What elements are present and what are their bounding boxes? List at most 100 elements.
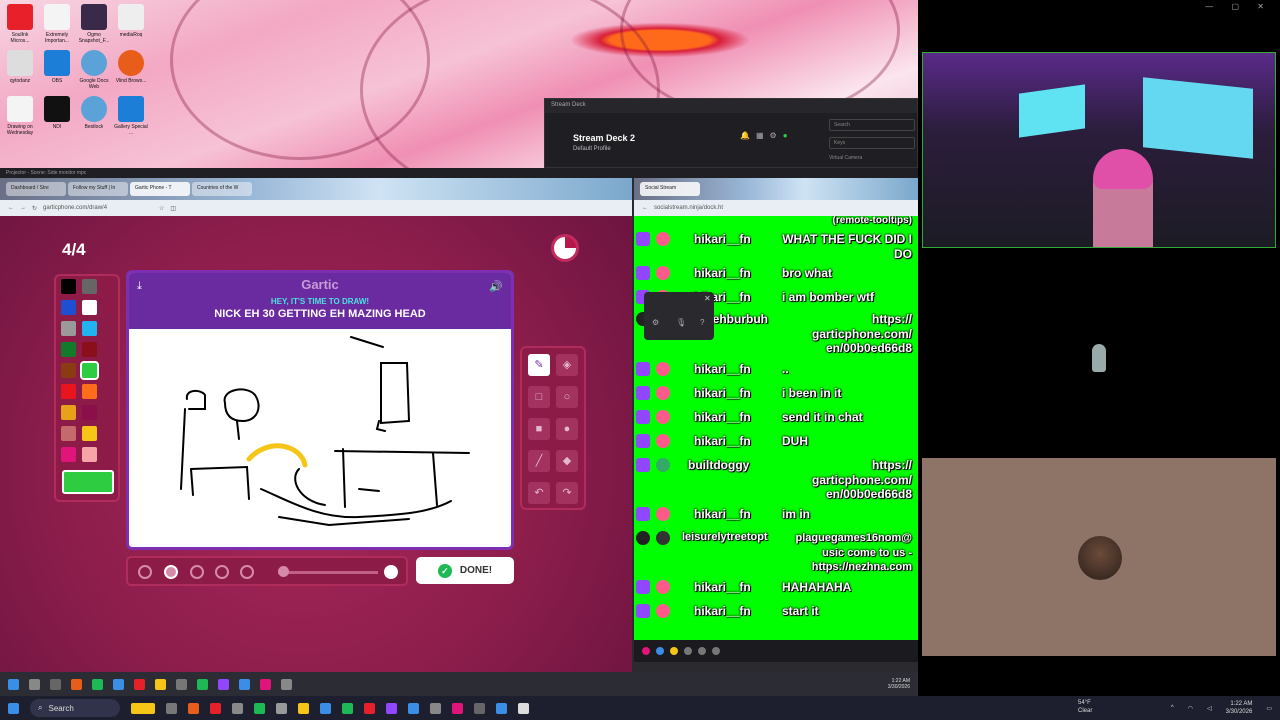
tab-gartic[interactable]: Gartic Phone - T <box>130 182 190 196</box>
desktop-icon[interactable]: Bestlock <box>76 96 112 136</box>
app-icon[interactable] <box>92 678 103 690</box>
app-icon[interactable] <box>408 702 419 714</box>
url-input[interactable]: socialstream.ninja/dock.ht <box>654 205 764 211</box>
notification-icon[interactable]: ▭ <box>1266 705 1272 712</box>
folder-icon[interactable] <box>155 678 166 690</box>
tab-countries[interactable]: Countries of the W <box>192 182 252 196</box>
slider-knob[interactable] <box>384 565 398 579</box>
pause-icon[interactable] <box>642 647 650 655</box>
color-swatch-gray[interactable] <box>82 279 97 294</box>
edge-icon[interactable] <box>320 702 331 714</box>
color-swatch-darkred[interactable] <box>82 342 97 357</box>
pencil-icon[interactable]: ✎ <box>528 354 550 376</box>
search-icon[interactable] <box>29 678 40 690</box>
color-swatch-red[interactable] <box>61 384 76 399</box>
search-input[interactable]: Search <box>829 119 915 131</box>
brush-size-2[interactable] <box>164 565 178 579</box>
brush-size-5[interactable] <box>240 565 254 579</box>
taskview-icon[interactable] <box>50 678 61 690</box>
app-icon[interactable] <box>239 678 250 690</box>
color-swatch-lightgray[interactable] <box>61 321 76 336</box>
app-icon[interactable] <box>474 702 485 714</box>
avatar[interactable]: ● <box>783 131 788 140</box>
taskview-icon[interactable] <box>166 702 177 714</box>
color-swatch-brown[interactable] <box>61 363 76 378</box>
dots-icon[interactable] <box>656 647 664 655</box>
color-swatch-black[interactable] <box>61 279 76 294</box>
color-swatch-rose[interactable] <box>61 426 76 441</box>
clock[interactable]: 1:22 AM 3/30/2026 <box>1226 700 1253 716</box>
profile-select[interactable]: Default Profile <box>573 146 611 152</box>
color-swatch-darkgreen[interactable] <box>61 342 76 357</box>
gear-icon[interactable]: ⚙ <box>770 131 777 140</box>
undo-icon[interactable]: ↶ <box>528 482 550 504</box>
line-icon[interactable]: ╱ <box>528 450 550 472</box>
mic-icon[interactable]: 🎙 <box>676 318 686 327</box>
desktop-icon[interactable]: Gallery Special ... <box>113 96 149 136</box>
redo-icon[interactable]: ↷ <box>556 482 578 504</box>
app-icon[interactable] <box>281 678 292 690</box>
color-swatch-maroon[interactable] <box>82 405 97 420</box>
extensions-icon[interactable]: ◫ <box>170 205 176 212</box>
start-icon[interactable] <box>8 678 19 690</box>
app-icon[interactable] <box>197 678 208 690</box>
device-select[interactable]: Stream Deck 2 <box>573 133 635 143</box>
app-icon[interactable] <box>276 702 287 714</box>
wifi-icon[interactable]: ◠ <box>1188 705 1193 712</box>
desktop-icon[interactable]: NDI <box>39 96 75 136</box>
window-controls[interactable]: — ▢ ✕ <box>1205 2 1272 11</box>
color-swatch-blue[interactable] <box>61 300 76 315</box>
app-icon[interactable] <box>452 702 463 714</box>
desktop-icon[interactable]: qytodanz <box>2 50 38 90</box>
star-icon[interactable]: ☆ <box>159 205 164 212</box>
back-icon[interactable]: ← <box>8 205 14 211</box>
close-icon[interactable] <box>712 647 720 655</box>
done-button[interactable]: ✓ DONE! <box>416 557 514 584</box>
tab-dashboard[interactable]: Dashboard / Stre <box>6 182 66 196</box>
taskbar-search[interactable]: ⌕ Search <box>30 699 120 717</box>
desktop-icon[interactable]: SoulInk Micros... <box>2 4 38 44</box>
back-icon[interactable]: ← <box>642 205 648 211</box>
gear-icon[interactable] <box>698 647 706 655</box>
forward-icon[interactable]: → <box>20 205 26 211</box>
volume-icon[interactable]: ◁ <box>1207 705 1212 712</box>
app-icon[interactable] <box>430 702 441 714</box>
app-icon[interactable] <box>364 702 375 714</box>
color-swatch-green[interactable] <box>80 361 99 380</box>
color-swatch-amber[interactable] <box>61 405 76 420</box>
app-icon[interactable] <box>176 678 187 690</box>
reload-icon[interactable]: ↻ <box>32 205 37 212</box>
virtual-item[interactable]: Virtual Camera <box>829 155 915 161</box>
folder-icon[interactable] <box>298 702 309 714</box>
app-icon[interactable] <box>71 678 82 690</box>
color-swatch-orange[interactable] <box>82 384 97 399</box>
bell-icon[interactable] <box>670 647 678 655</box>
app-icon[interactable] <box>496 702 507 714</box>
app-icon[interactable] <box>134 678 145 690</box>
start-icon[interactable] <box>8 702 19 714</box>
keys-item[interactable]: Keys <box>829 137 915 149</box>
app-icon[interactable] <box>342 702 353 714</box>
brush-size-3[interactable] <box>190 565 204 579</box>
desktop-icon[interactable]: mediaRoq <box>113 4 149 44</box>
desktop-icon[interactable]: OBS <box>39 50 75 90</box>
chevron-up-icon[interactable]: ^ <box>1171 705 1174 711</box>
app-icon[interactable] <box>218 678 229 690</box>
color-swatch-cyan[interactable] <box>82 321 97 336</box>
app-icon[interactable] <box>260 678 271 690</box>
filled-ellipse-icon[interactable]: ● <box>556 418 578 440</box>
desktop-icon[interactable]: Extremely Importan... <box>39 4 75 44</box>
color-swatch-yellow[interactable] <box>82 426 97 441</box>
url-input[interactable]: garticphone.com/draw/4 <box>43 205 153 211</box>
app-icon[interactable] <box>386 702 397 714</box>
desktop-icon[interactable]: Google Docs Web <box>76 50 112 90</box>
app-icon[interactable] <box>210 702 221 714</box>
gear-icon[interactable]: ⚙ <box>652 318 659 327</box>
desktop-icon[interactable]: Drawing on Wednesday <box>2 96 38 136</box>
bell-icon[interactable]: 🔔 <box>740 131 750 140</box>
brush-size-1[interactable] <box>138 565 152 579</box>
help-icon[interactable]: ? <box>700 318 704 327</box>
ellipse-icon[interactable]: ○ <box>556 386 578 408</box>
app-icon[interactable] <box>518 702 529 714</box>
filter-icon[interactable] <box>684 647 692 655</box>
